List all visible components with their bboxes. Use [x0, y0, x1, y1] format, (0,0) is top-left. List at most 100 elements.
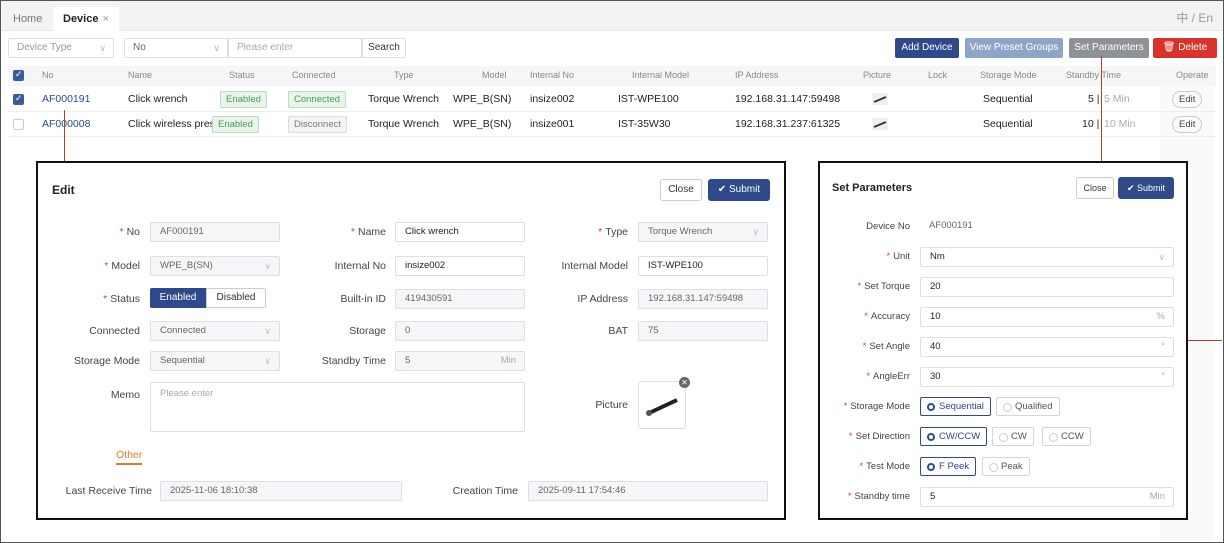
internal-no-input[interactable]: insize002 — [395, 256, 525, 276]
internal-model-input[interactable]: IST-WPE100 — [638, 256, 768, 276]
unit-value: Nm — [930, 251, 945, 262]
storage-sequential-radio[interactable]: Sequential — [920, 397, 991, 416]
table-row[interactable]: AF000191 Click wrench Enabled Connected … — [8, 88, 1216, 112]
set-angle-label: * Set Angle — [862, 341, 910, 352]
col-status: Status — [229, 70, 255, 80]
check-circle-icon: ✔ — [717, 184, 727, 195]
col-type: Type — [394, 70, 414, 80]
ip-address: 192.168.31.147:59498 — [735, 93, 841, 105]
edit-button[interactable]: Edit — [1172, 116, 1203, 133]
connected-badge: Connected — [288, 91, 346, 108]
language-switch[interactable]: 中 / En — [1176, 9, 1213, 26]
standby-time-label: * Standby time — [847, 491, 910, 502]
min-unit: Min — [1149, 491, 1165, 502]
storage-mode-label: Storage Mode — [74, 355, 140, 367]
row-checkbox[interactable] — [13, 93, 24, 105]
standby-time-field[interactable]: 5 Min — [395, 351, 525, 371]
storage-label: Storage — [349, 325, 386, 337]
name-label: * Name — [350, 226, 386, 238]
storage-mode: Sequential — [983, 93, 1033, 105]
chevron-down-icon: ∨ — [213, 43, 220, 53]
status-enabled-toggle[interactable]: Enabled — [150, 288, 206, 308]
connected-select[interactable]: Connected ∨ — [150, 321, 280, 341]
col-name: Name — [128, 70, 153, 80]
device-no-link[interactable]: AF000191 — [42, 93, 90, 105]
tab-bar: Home Device × 中 / En — [1, 1, 1223, 31]
close-button[interactable]: Close — [1076, 177, 1114, 199]
tab-other[interactable]: Other — [116, 449, 143, 465]
picture-upload[interactable] — [638, 381, 686, 429]
col-model: Model — [482, 70, 507, 80]
submit-button[interactable]: ✔ Submit — [708, 179, 770, 201]
test-fpeek-radio[interactable]: F Peek — [920, 457, 977, 476]
col-storage-mode: Storage Mode — [980, 70, 1037, 80]
close-button[interactable]: Close — [660, 179, 702, 201]
model-label: * Model — [104, 260, 140, 272]
device-name: Click wrench — [128, 93, 188, 105]
table-row[interactable]: AF000008 Click wireless preset.. Enabled… — [8, 113, 1216, 137]
tab-device[interactable]: Device × — [53, 7, 119, 31]
edit-button[interactable]: Edit — [1172, 91, 1203, 108]
storage-mode-label: * Storage Mode — [843, 401, 910, 412]
select-all-checkbox[interactable] — [13, 69, 24, 81]
direction-cw-radio[interactable]: CW — [992, 427, 1034, 446]
connected-badge: Disconnect — [288, 116, 347, 133]
delete-label: Delete — [1178, 42, 1208, 53]
last-receive-label: Last Receive Time — [65, 485, 152, 497]
standby-unit: 10 Min — [1104, 118, 1136, 130]
submit-button[interactable]: ✔ Submit — [1118, 177, 1174, 199]
wrench-thumbnail-icon — [872, 93, 888, 105]
storage-mode-value: Sequential — [160, 355, 205, 366]
tab-close-icon[interactable]: × — [102, 13, 108, 25]
device-no-link[interactable]: AF000008 — [42, 118, 90, 130]
type-label: * Type — [598, 226, 628, 238]
standby-time-input[interactable]: 5 Min — [920, 487, 1174, 507]
direction-cwccw-radio[interactable]: CW/CCW — [920, 427, 988, 446]
tab-home[interactable]: Home — [3, 7, 52, 31]
wrench-image-icon — [646, 398, 678, 416]
test-peak-radio[interactable]: Peak — [982, 457, 1030, 476]
model-select[interactable]: WPE_B(SN) ∨ — [150, 256, 280, 276]
unit-label: * Unit — [886, 251, 910, 262]
add-device-button[interactable]: Add Device — [895, 38, 959, 58]
no-field: AF000191 — [150, 222, 280, 242]
direction-ccw-radio[interactable]: CCW — [1042, 427, 1091, 446]
standby-unit: 5 Min — [1104, 93, 1130, 105]
angle-err-input[interactable]: 30 ° — [920, 367, 1174, 387]
name-input[interactable]: Click wrench — [395, 222, 525, 242]
no-select-value: No — [133, 42, 146, 53]
search-button[interactable]: Search — [362, 38, 406, 58]
ip-address: 192.168.31.237:61325 — [735, 118, 841, 130]
unit-select[interactable]: Nm ∨ — [920, 247, 1174, 267]
set-direction-label: * Set Direction — [848, 431, 910, 442]
chevron-down-icon: ∨ — [752, 227, 759, 237]
delete-button[interactable]: 🗑 Delete — [1153, 38, 1217, 58]
view-preset-groups-button[interactable]: View Preset Groups — [965, 38, 1063, 58]
storage-mode-select[interactable]: Sequential ∨ — [150, 351, 280, 371]
storage-qualified-radio[interactable]: Qualified — [996, 397, 1060, 416]
edit-dialog: Edit Close ✔ Submit * No AF000191 * Name C… — [36, 161, 786, 520]
standby-time-label: Standby Time — [321, 355, 386, 367]
no-label: * No — [119, 226, 140, 238]
row-checkbox[interactable] — [13, 119, 24, 130]
search-input[interactable]: Please enter — [228, 38, 362, 58]
device-type-placeholder: Device Type — [17, 42, 72, 53]
status-badge: Enabled — [220, 91, 267, 108]
remove-picture-icon[interactable]: ✕ — [679, 377, 690, 388]
callout-line — [64, 110, 65, 162]
device-no-label: Device No — [866, 221, 910, 232]
accuracy-input[interactable]: 10% — [920, 307, 1174, 327]
set-angle-input[interactable]: 40 ° — [920, 337, 1174, 357]
set-parameters-button[interactable]: Set Parameters — [1069, 38, 1149, 58]
no-select[interactable]: No ∨ — [124, 38, 228, 58]
device-type: Torque Wrench — [368, 118, 440, 130]
bat-field: 75 — [638, 321, 768, 341]
type-select[interactable]: Torque Wrench ∨ — [638, 222, 768, 242]
picture-label: Picture — [595, 399, 628, 411]
chevron-down-icon: ∨ — [99, 43, 106, 53]
set-torque-input[interactable]: 20 — [920, 277, 1174, 297]
degree-unit-icon: ° — [1161, 341, 1165, 352]
status-disabled-toggle[interactable]: Disabled — [206, 288, 266, 308]
device-type-select[interactable]: Device Type ∨ — [8, 38, 114, 58]
memo-textarea[interactable]: Please enter — [150, 382, 525, 432]
